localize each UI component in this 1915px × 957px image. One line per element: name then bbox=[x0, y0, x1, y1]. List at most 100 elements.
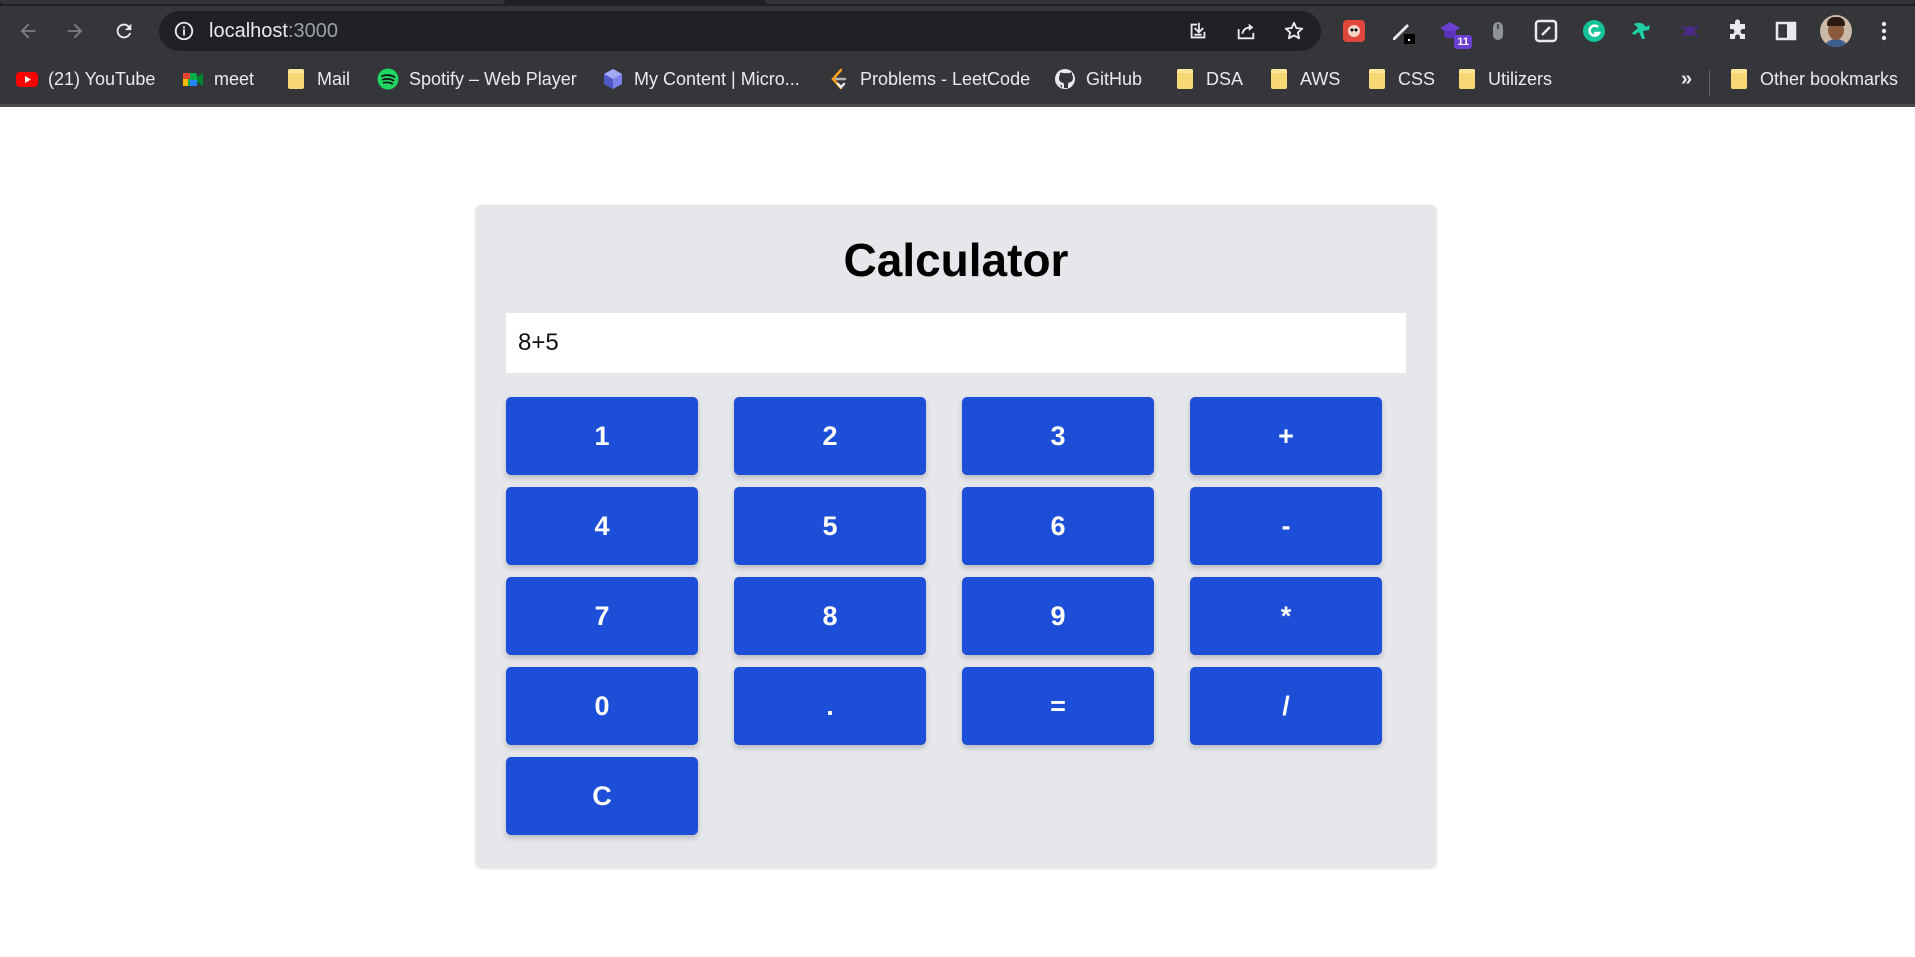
leetcode-icon bbox=[828, 68, 850, 90]
grammarly-icon[interactable] bbox=[1576, 13, 1612, 49]
bookmarks-overflow-button[interactable]: » bbox=[1681, 64, 1692, 94]
reload-icon bbox=[116, 23, 132, 39]
install-icon bbox=[1190, 22, 1206, 39]
bookmark-label: AWS bbox=[1300, 68, 1341, 89]
key-equals[interactable]: = bbox=[962, 667, 1154, 745]
tab-right[interactable] bbox=[765, 0, 1915, 4]
tab-left[interactable] bbox=[0, 0, 505, 4]
calculator-display[interactable] bbox=[506, 313, 1406, 373]
folder-icon bbox=[1268, 68, 1290, 90]
bookmark-label: My Content | Micro... bbox=[634, 68, 800, 89]
extension-pen-icon[interactable] bbox=[1384, 13, 1420, 49]
bookmark-label: meet bbox=[214, 68, 255, 89]
share-icon bbox=[1237, 23, 1255, 40]
folder-icon bbox=[1174, 68, 1196, 90]
bookmark-aws[interactable]: AWS bbox=[1268, 64, 1340, 94]
microsoft-learn-icon bbox=[602, 68, 624, 90]
key-minus[interactable]: - bbox=[1190, 487, 1382, 565]
forward-button[interactable] bbox=[56, 12, 94, 50]
key-decimal[interactable]: . bbox=[734, 667, 926, 745]
bookmarks-bar: (21) YouTube meet Mail Spotify – Web Pla… bbox=[0, 60, 1915, 98]
bookmarks-divider bbox=[1709, 70, 1710, 96]
tab-strip bbox=[0, 0, 1915, 6]
bookmark-label: (21) YouTube bbox=[48, 68, 156, 89]
calculator-title: Calculator bbox=[843, 234, 1069, 286]
address-bar[interactable]: localhost:3000 bbox=[159, 11, 1321, 51]
profile-avatar[interactable] bbox=[1820, 15, 1852, 47]
extensions-menu-button[interactable] bbox=[1720, 13, 1756, 49]
browser-menu-button[interactable] bbox=[1866, 13, 1902, 49]
key-6[interactable]: 6 bbox=[962, 487, 1154, 565]
bookmark-utilizers[interactable]: Utilizers bbox=[1456, 64, 1552, 94]
key-1[interactable]: 1 bbox=[506, 397, 698, 475]
url-port: :3000 bbox=[287, 20, 338, 42]
spotify-icon bbox=[377, 68, 399, 90]
bookmark-leetcode[interactable]: Problems - LeetCode bbox=[828, 64, 1030, 94]
bookmark-youtube[interactable]: (21) YouTube bbox=[16, 64, 155, 94]
bookmark-label: Other bookmarks bbox=[1760, 68, 1899, 89]
browser-toolbar: localhost:3000 11 bbox=[0, 8, 1915, 54]
github-icon bbox=[1054, 68, 1076, 90]
folder-icon bbox=[1456, 68, 1478, 90]
bookmark-label: GitHub bbox=[1086, 68, 1143, 89]
bookmark-label: DSA bbox=[1206, 68, 1244, 89]
bookmark-label: Mail bbox=[317, 68, 351, 89]
bookmark-github[interactable]: GitHub bbox=[1054, 64, 1142, 94]
puzzle-icon bbox=[1730, 19, 1745, 39]
folder-icon bbox=[1366, 68, 1388, 90]
calculator-keypad: 1 2 3 + 4 5 6 - 7 8 9 * 0 . = / C bbox=[506, 397, 1382, 835]
back-button[interactable] bbox=[9, 12, 47, 50]
chrome-divider bbox=[0, 104, 1915, 107]
key-2[interactable]: 2 bbox=[734, 397, 926, 475]
star-icon bbox=[1284, 21, 1304, 40]
side-panel-icon bbox=[1775, 21, 1797, 41]
reload-button[interactable] bbox=[105, 12, 143, 50]
bookmark-label: Problems - LeetCode bbox=[860, 68, 1031, 89]
url-host: localhost bbox=[209, 20, 288, 42]
key-plus[interactable]: + bbox=[1190, 397, 1382, 475]
forward-arrow-icon bbox=[67, 23, 83, 39]
key-divide[interactable]: / bbox=[1190, 667, 1382, 745]
bookmark-label: Utilizers bbox=[1488, 68, 1553, 89]
browser-chrome: localhost:3000 11 (21) YouTube meet Mail… bbox=[0, 0, 1915, 107]
key-3[interactable]: 3 bbox=[962, 397, 1154, 475]
url-text[interactable]: localhost:3000 bbox=[209, 11, 338, 51]
install-app-button[interactable] bbox=[1179, 15, 1217, 47]
bookmark-spotify[interactable]: Spotify – Web Player bbox=[377, 64, 577, 94]
extension-bug-icon[interactable] bbox=[1336, 13, 1372, 49]
side-panel-button[interactable] bbox=[1768, 13, 1804, 49]
calculator-panel: Calculator 1 2 3 + 4 5 6 - 7 8 9 * 0 . =… bbox=[476, 205, 1436, 867]
folder-icon bbox=[285, 68, 307, 90]
key-4[interactable]: 4 bbox=[506, 487, 698, 565]
key-multiply[interactable]: * bbox=[1190, 577, 1382, 655]
key-clear[interactable]: C bbox=[506, 757, 698, 835]
key-8[interactable]: 8 bbox=[734, 577, 926, 655]
bookmark-star-button[interactable] bbox=[1275, 15, 1313, 47]
bookmark-mail[interactable]: Mail bbox=[285, 64, 350, 94]
bookmark-meet[interactable]: meet bbox=[182, 64, 254, 94]
back-arrow-icon bbox=[20, 23, 36, 39]
extension-purple-icon[interactable]: 11 bbox=[1432, 13, 1472, 49]
extension-runner-icon[interactable] bbox=[1624, 13, 1660, 49]
key-9[interactable]: 9 bbox=[962, 577, 1154, 655]
share-button[interactable] bbox=[1227, 15, 1265, 47]
key-5[interactable]: 5 bbox=[734, 487, 926, 565]
bookmark-other-bookmarks[interactable]: Other bookmarks bbox=[1728, 64, 1898, 94]
address-bar-actions bbox=[1179, 15, 1313, 47]
bookmark-microsoft[interactable]: My Content | Micro... bbox=[602, 64, 800, 94]
extension-notes-icon[interactable] bbox=[1528, 13, 1564, 49]
bookmark-css[interactable]: CSS bbox=[1366, 64, 1435, 94]
bookmark-label: Spotify – Web Player bbox=[409, 68, 577, 89]
bookmark-dsa[interactable]: DSA bbox=[1174, 64, 1243, 94]
site-info-icon[interactable] bbox=[173, 20, 195, 42]
folder-icon bbox=[1728, 68, 1750, 90]
youtube-icon bbox=[16, 68, 38, 90]
extension-spider-icon[interactable] bbox=[1672, 13, 1708, 49]
key-7[interactable]: 7 bbox=[506, 577, 698, 655]
key-0[interactable]: 0 bbox=[506, 667, 698, 745]
bookmark-label: CSS bbox=[1398, 68, 1436, 89]
extension-badge: 11 bbox=[1454, 35, 1472, 49]
extension-mouse-icon[interactable] bbox=[1480, 13, 1516, 49]
google-meet-icon bbox=[182, 68, 204, 90]
kebab-menu-icon bbox=[1881, 21, 1887, 41]
